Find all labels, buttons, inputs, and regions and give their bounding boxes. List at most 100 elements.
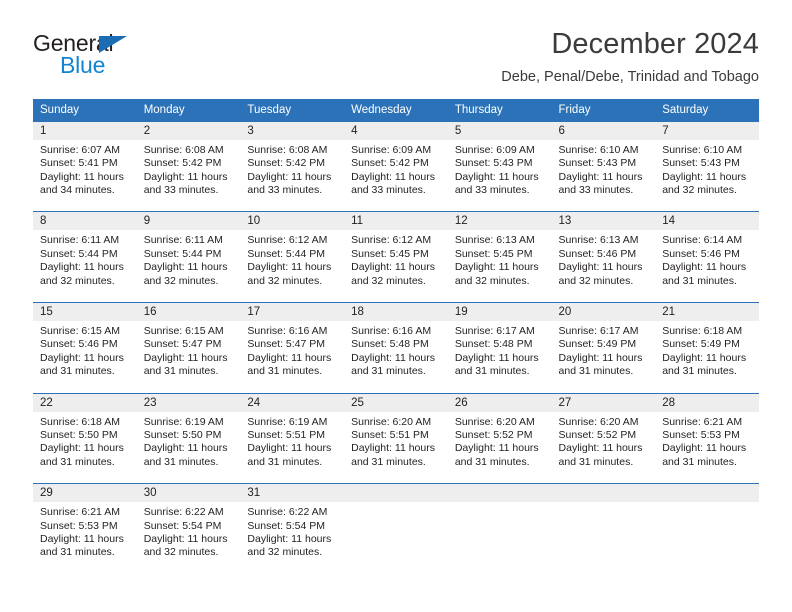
day-cell-inner [447, 484, 552, 566]
day-daylight-line2-text: and 31 minutes. [662, 455, 737, 468]
calendar-week-row: 8 Sunrise: 6:11 AM Sunset: 5:44 PM Daylight… [33, 211, 759, 303]
day-cell-inner: 10 Sunrise: 6:12 AM Sunset: 5:44 PM Dayligh… [240, 212, 345, 302]
cell-spacer [137, 560, 241, 574]
day-daylight-line1-text: Daylight: 11 hours [143, 170, 228, 183]
day-sunrise-text: Sunrise: 6:20 AM [454, 415, 535, 428]
day-cell-inner: 13 Sunrise: 6:13 AM Sunset: 5:46 PM Dayligh… [551, 212, 656, 302]
day-sunrise-text: Sunrise: 6:15 AM [40, 324, 120, 337]
calendar-day-cell[interactable]: 25 Sunrise: 6:20 AM Sunset: 5:51 PM Dayligh… [344, 392, 448, 484]
cell-spacer [344, 197, 448, 211]
day-daylight-line2-text: and 32 minutes. [247, 274, 323, 287]
cell-spacer [344, 506, 448, 520]
day-sunrise-text: Sunrise: 6:20 AM [351, 415, 432, 428]
calendar-day-cell[interactable]: 5 Sunrise: 6:09 AM Sunset: 5:43 PM Daylight… [447, 121, 552, 212]
cell-spacer [240, 469, 344, 483]
calendar-day-cell[interactable]: 15 Sunrise: 6:15 AM Sunset: 5:46 PM Dayligh… [33, 301, 137, 394]
day-number: 13 [551, 212, 656, 231]
day-sunset-text: Sunset: 5:54 PM [143, 519, 222, 532]
day-daylight-line2-text: and 33 minutes. [143, 183, 219, 196]
day-daylight-line1-text: Daylight: 11 hours [351, 442, 435, 455]
day-number: 31 [240, 484, 345, 503]
day-sun-info: Sunrise: 6:20 AM Sunset: 5:52 PM Daylight:… [552, 412, 656, 470]
calendar-day-cell[interactable]: 4 Sunrise: 6:09 AM Sunset: 5:42 PM Daylight… [344, 121, 448, 212]
calendar-day-cell[interactable]: 28 Sunrise: 6:21 AM Sunset: 5:53 PM Dayligh… [655, 392, 759, 484]
calendar-day-cell[interactable]: 20 Sunrise: 6:17 AM Sunset: 5:49 PM Dayligh… [551, 301, 656, 394]
day-sunrise-text: Sunrise: 6:17 AM [454, 324, 535, 337]
calendar-day-cell[interactable]: 1 Sunrise: 6:07 AM Sunset: 5:41 PM Daylight… [33, 121, 137, 212]
day-daylight-line2-text: and 33 minutes. [351, 183, 426, 196]
day-daylight-line2-text: and 32 minutes. [351, 274, 426, 287]
day-daylight-line1-text: Daylight: 11 hours [40, 170, 124, 183]
day-cell-inner: 9 Sunrise: 6:11 AM Sunset: 5:44 PM Daylight… [136, 212, 241, 302]
day-sunrise-text: Sunrise: 6:22 AM [247, 506, 328, 519]
day-daylight-line1-text: Daylight: 11 hours [662, 170, 747, 183]
day-daylight-line2-text: and 31 minutes. [454, 365, 530, 378]
day-sunset-text: Sunset: 5:49 PM [558, 338, 637, 351]
calendar-day-cell[interactable]: 23 Sunrise: 6:19 AM Sunset: 5:50 PM Dayligh… [136, 392, 241, 484]
day-number [344, 484, 448, 503]
calendar-day-cell[interactable]: 21 Sunrise: 6:18 AM Sunset: 5:49 PM Dayligh… [655, 301, 759, 394]
day-daylight-line1-text: Daylight: 11 hours [662, 442, 747, 455]
day-cell-inner: 3 Sunrise: 6:08 AM Sunset: 5:42 PM Daylight… [240, 121, 345, 212]
calendar-day-cell[interactable]: 6 Sunrise: 6:10 AM Sunset: 5:43 PM Daylight… [551, 121, 656, 212]
day-daylight-line1-text: Daylight: 11 hours [558, 351, 643, 364]
day-daylight-line1-text: Daylight: 11 hours [40, 261, 124, 274]
day-sunrise-text: Sunrise: 6:20 AM [558, 415, 639, 428]
day-cell-inner: 16 Sunrise: 6:15 AM Sunset: 5:47 PM Dayligh… [136, 302, 241, 393]
calendar-day-cell[interactable]: 30 Sunrise: 6:22 AM Sunset: 5:54 PM Dayligh… [136, 483, 241, 574]
calendar-day-cell[interactable]: 26 Sunrise: 6:20 AM Sunset: 5:52 PM Dayligh… [447, 392, 552, 484]
calendar-day-cell[interactable]: 2 Sunrise: 6:08 AM Sunset: 5:42 PM Daylight… [136, 121, 241, 212]
calendar-day-cell[interactable]: 14 Sunrise: 6:14 AM Sunset: 5:46 PM Dayligh… [655, 211, 759, 303]
calendar-day-cell[interactable]: 24 Sunrise: 6:19 AM Sunset: 5:51 PM Dayligh… [240, 392, 345, 484]
day-cell-inner: 23 Sunrise: 6:19 AM Sunset: 5:50 PM Dayligh… [136, 393, 241, 484]
day-number: 30 [136, 484, 241, 503]
calendar-day-cell[interactable]: 27 Sunrise: 6:20 AM Sunset: 5:52 PM Dayligh… [551, 392, 656, 484]
day-sun-info: Sunrise: 6:22 AM Sunset: 5:54 PM Daylight:… [240, 502, 344, 560]
cell-spacer [448, 506, 552, 520]
day-sun-info: Sunrise: 6:13 AM Sunset: 5:46 PM Daylight:… [552, 230, 656, 288]
calendar-day-cell[interactable]: 7 Sunrise: 6:10 AM Sunset: 5:43 PM Daylight… [655, 121, 759, 212]
day-number: 9 [136, 212, 241, 231]
calendar-day-cell[interactable]: 3 Sunrise: 6:08 AM Sunset: 5:42 PM Daylight… [240, 121, 345, 212]
calendar-day-cell[interactable]: 9 Sunrise: 6:11 AM Sunset: 5:44 PM Daylight… [136, 211, 241, 303]
calendar-day-cell[interactable]: 18 Sunrise: 6:16 AM Sunset: 5:48 PM Dayligh… [344, 301, 448, 394]
day-sunset-text: Sunset: 5:42 PM [247, 157, 326, 170]
day-sunrise-text: Sunrise: 6:13 AM [558, 234, 639, 247]
day-sunset-text: Sunset: 5:42 PM [351, 157, 429, 170]
calendar-day-cell[interactable]: 29 Sunrise: 6:21 AM Sunset: 5:53 PM Dayligh… [33, 483, 137, 574]
calendar-day-cell[interactable]: 22 Sunrise: 6:18 AM Sunset: 5:50 PM Dayligh… [33, 392, 137, 484]
day-daylight-line2-text: and 32 minutes. [40, 274, 115, 287]
calendar-day-cell[interactable]: 13 Sunrise: 6:13 AM Sunset: 5:46 PM Dayligh… [551, 211, 656, 303]
weekday-header-sunday: Sunday [33, 98, 137, 122]
calendar-day-cell[interactable]: 10 Sunrise: 6:12 AM Sunset: 5:44 PM Dayligh… [240, 211, 345, 303]
day-number: 17 [240, 302, 345, 321]
calendar-day-cell[interactable]: 31 Sunrise: 6:22 AM Sunset: 5:54 PM Dayligh… [240, 483, 345, 574]
calendar-week-row: 1 Sunrise: 6:07 AM Sunset: 5:41 PM Daylight… [33, 121, 759, 212]
calendar-day-cell[interactable]: 17 Sunrise: 6:16 AM Sunset: 5:47 PM Dayligh… [240, 301, 345, 394]
day-daylight-line1-text: Daylight: 11 hours [454, 170, 539, 183]
day-sun-info: Sunrise: 6:12 AM Sunset: 5:44 PM Daylight:… [240, 230, 344, 288]
day-daylight-line2-text: and 31 minutes. [351, 455, 426, 468]
day-sun-info: Sunrise: 6:17 AM Sunset: 5:49 PM Daylight:… [552, 321, 656, 379]
day-daylight-line1-text: Daylight: 11 hours [247, 351, 332, 364]
day-daylight-line2-text: and 31 minutes. [247, 365, 323, 378]
cell-spacer [344, 288, 448, 302]
day-sun-info: Sunrise: 6:10 AM Sunset: 5:43 PM Daylight:… [552, 140, 656, 198]
day-number: 21 [655, 302, 759, 321]
day-sun-info: Sunrise: 6:17 AM Sunset: 5:48 PM Daylight:… [448, 321, 552, 379]
calendar-day-cell[interactable]: 19 Sunrise: 6:17 AM Sunset: 5:48 PM Dayligh… [447, 301, 552, 394]
day-cell-inner: 25 Sunrise: 6:20 AM Sunset: 5:51 PM Dayligh… [344, 393, 448, 484]
day-number [447, 484, 552, 503]
calendar-day-cell[interactable]: 12 Sunrise: 6:13 AM Sunset: 5:45 PM Dayligh… [447, 211, 552, 303]
day-sun-info: Sunrise: 6:16 AM Sunset: 5:48 PM Daylight:… [344, 321, 448, 379]
generalblue-logo[interactable]: General Blue [33, 26, 153, 77]
calendar-day-cell[interactable]: 8 Sunrise: 6:11 AM Sunset: 5:44 PM Daylight… [33, 211, 137, 303]
day-sunrise-text: Sunrise: 6:12 AM [351, 234, 432, 247]
day-number: 11 [344, 212, 448, 231]
day-sunset-text: Sunset: 5:46 PM [558, 247, 637, 260]
day-daylight-line1-text: Daylight: 11 hours [351, 351, 435, 364]
calendar-day-cell[interactable]: 11 Sunrise: 6:12 AM Sunset: 5:45 PM Dayligh… [344, 211, 448, 303]
calendar-day-cell[interactable]: 16 Sunrise: 6:15 AM Sunset: 5:47 PM Dayligh… [136, 301, 241, 394]
day-sun-info: Sunrise: 6:07 AM Sunset: 5:41 PM Daylight:… [33, 140, 137, 198]
day-sun-info: Sunrise: 6:20 AM Sunset: 5:52 PM Daylight:… [448, 412, 552, 470]
